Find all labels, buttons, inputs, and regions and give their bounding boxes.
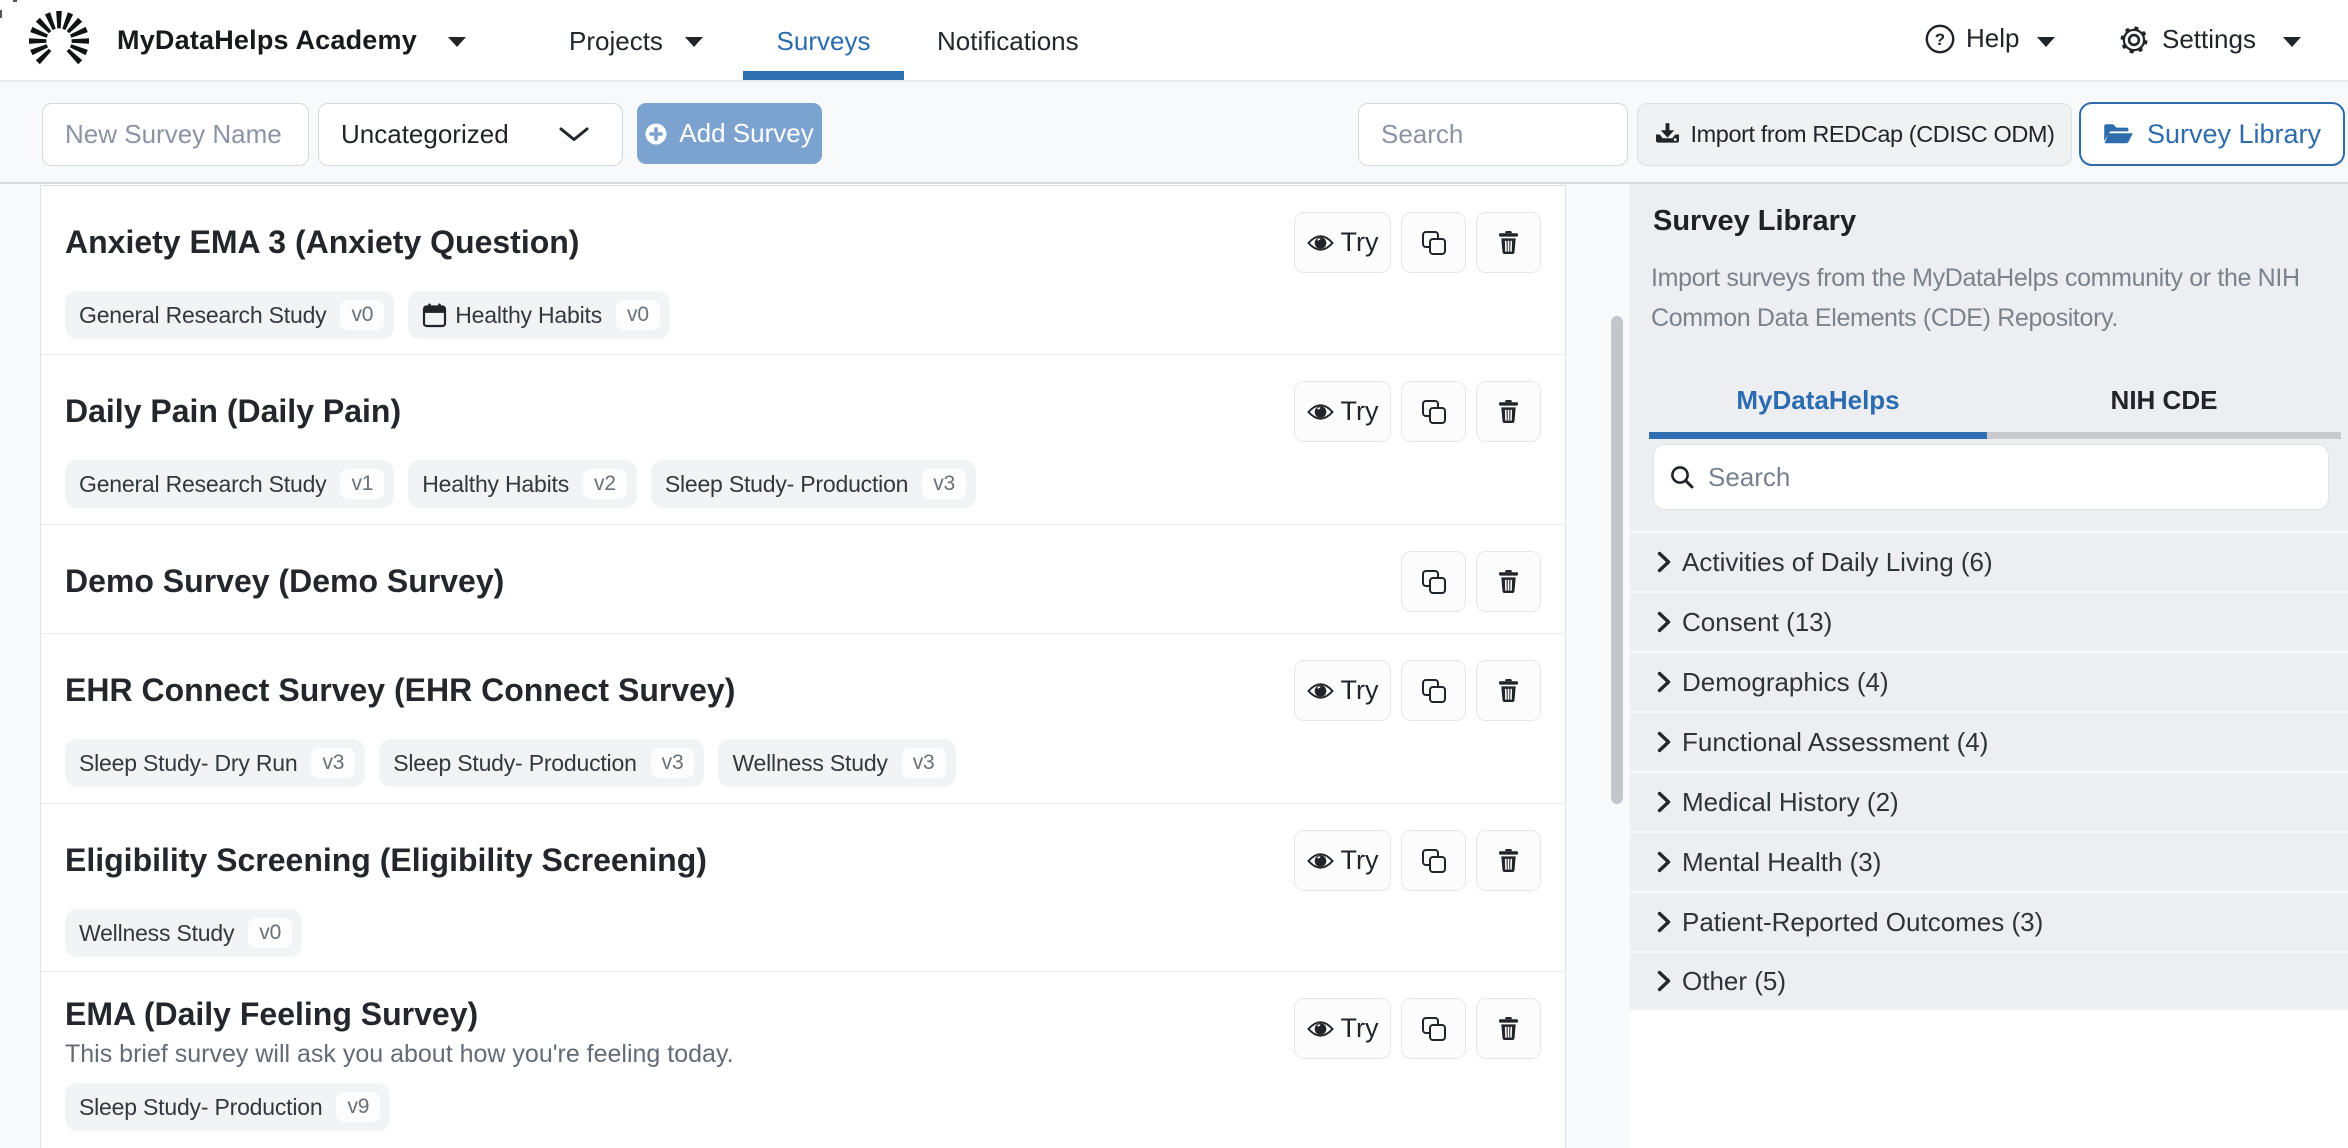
- svg-text:?: ?: [1935, 30, 1945, 49]
